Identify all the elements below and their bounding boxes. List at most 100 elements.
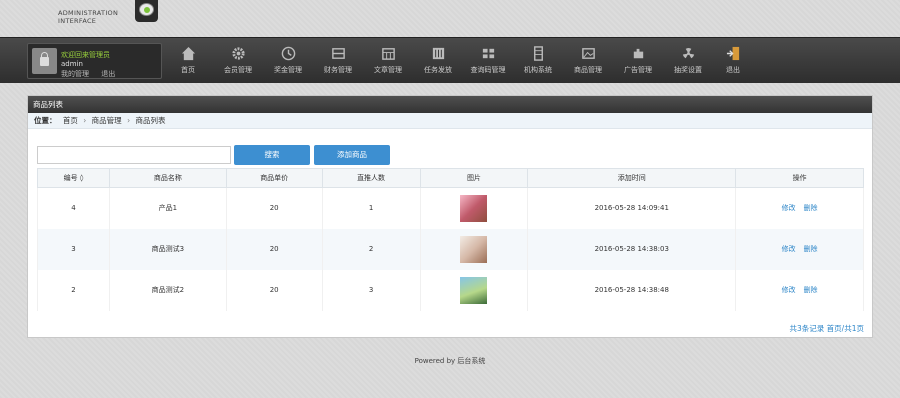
cell-referrals: 1 [321,187,421,229]
breadcrumb-separator: › [83,116,87,125]
edit-link[interactable]: 修改 [782,204,796,212]
search-input[interactable] [37,146,231,164]
column-header-name: 商品名称 [108,168,227,188]
nav-label: 广告管理 [624,66,652,74]
cell-time: 2016-05-28 14:38:48 [527,269,737,311]
nav-item-ads[interactable]: 广告管理 [613,46,663,75]
cell-id: 2 [37,269,110,311]
nav-label: 机构系统 [524,66,552,74]
breadcrumb-home[interactable]: 首页 [63,116,78,125]
server-icon [533,46,543,61]
search-button[interactable]: 搜索 [234,145,310,165]
cell-id: 4 [37,187,110,229]
logout-link[interactable]: 退出 [101,70,115,78]
radiation-icon [682,48,694,59]
column-header-image: 图片 [419,168,529,188]
product-thumbnail [460,235,488,263]
panel-title: 商品列表 [28,96,872,113]
cell-id: 3 [37,228,110,270]
user-panel: 欢迎回来管理员 admin 我的管理 退出 [27,43,162,79]
nav-item-members[interactable]: 会员管理 [213,46,263,75]
nav-label: 退出 [726,66,740,74]
nav-label: 文章管理 [374,66,402,74]
calendar-icon [381,48,395,60]
cell-name: 产品1 [108,187,227,229]
eye-logo-icon [135,0,158,22]
sliders-icon [432,47,444,60]
delete-link[interactable]: 删除 [804,286,818,294]
nav-label: 首页 [181,66,195,74]
table-row: 3 商品测试3 20 2 2016-05-28 14:38:03 修改 删除 [37,228,864,270]
breadcrumb: 位置： 首页 › 商品管理 › 商品列表 [28,113,872,129]
add-product-button[interactable]: 添加商品 [314,145,390,165]
top-navbar: 欢迎回来管理员 admin 我的管理 退出 首页 会员管理 奖金管理 财务管理 … [0,37,900,83]
nav-item-org-system[interactable]: 机构系统 [513,46,563,75]
cell-actions: 修改 删除 [735,228,864,270]
table-row: 4 产品1 20 1 2016-05-28 14:09:41 修改 删除 [37,187,864,229]
cell-image [419,228,529,270]
nav-label: 抽奖设置 [674,66,702,74]
cell-referrals: 3 [321,269,421,311]
product-table: 编号 ◊ 商品名称 商品单价 直推人数 图片 添加时间 操作 4 产品1 20 … [37,168,864,311]
nav-item-exit[interactable]: 退出 [708,46,758,75]
cell-price: 20 [225,187,323,229]
exit-icon [726,46,739,61]
table-header-row: 编号 ◊ 商品名称 商品单价 直推人数 图片 添加时间 操作 [37,168,864,188]
delete-link[interactable]: 删除 [804,204,818,212]
column-header-id[interactable]: 编号 ◊ [37,168,110,188]
product-thumbnail [460,194,488,222]
column-header-time: 添加时间 [527,168,737,188]
cell-time: 2016-05-28 14:09:41 [527,187,737,229]
nav-item-query-codes[interactable]: 查询码管理 [463,46,513,75]
cell-name: 商品测试3 [108,228,227,270]
home-icon [181,46,195,61]
edit-link[interactable]: 修改 [782,286,796,294]
product-thumbnail [460,276,488,304]
nav-item-tasks[interactable]: 任务发放 [413,46,463,75]
breadcrumb-products[interactable]: 商品管理 [92,116,122,125]
cell-image [419,187,529,229]
cell-actions: 修改 删除 [735,187,864,229]
cell-name: 商品测试2 [108,269,227,311]
clock-icon [281,46,295,61]
nav-label: 奖金管理 [274,66,302,74]
lock-avatar-icon [32,48,57,74]
pagination[interactable]: 共3条记录 首页/共1页 [790,323,864,334]
breadcrumb-prefix: 位置： [34,116,57,125]
edit-link[interactable]: 修改 [782,245,796,253]
nav-item-lottery[interactable]: 抽奖设置 [663,46,713,75]
nav-label: 任务发放 [424,66,452,74]
breadcrumb-product-list: 商品列表 [135,116,166,125]
box-icon [331,48,345,59]
nav-item-finance[interactable]: 财务管理 [313,46,363,75]
column-header-referrals: 直推人数 [321,168,421,188]
nav-item-home[interactable]: 首页 [163,46,213,75]
column-header-price: 商品单价 [225,168,323,188]
user-name: admin [61,60,83,68]
grid-icon [482,48,494,59]
nav-label: 商品管理 [574,66,602,74]
image-icon [581,48,595,59]
nav-item-articles[interactable]: 文章管理 [363,46,413,75]
cell-time: 2016-05-28 14:38:03 [527,228,737,270]
puzzle-icon [633,48,643,59]
delete-link[interactable]: 删除 [804,245,818,253]
user-welcome: 欢迎回来管理员 [61,51,110,59]
column-header-actions: 操作 [735,168,864,188]
nav-label: 会员管理 [224,66,252,74]
nav-item-bonus[interactable]: 奖金管理 [263,46,313,75]
breadcrumb-separator: › [127,116,131,125]
gear-icon [231,47,245,60]
nav-label: 财务管理 [324,66,352,74]
footer-powered-by: Powered by 后台系统 [414,357,486,365]
my-admin-link[interactable]: 我的管理 [61,70,89,78]
nav-label: 查询码管理 [470,66,506,74]
cell-price: 20 [225,228,323,270]
cell-referrals: 2 [321,228,421,270]
cell-actions: 修改 删除 [735,269,864,311]
cell-price: 20 [225,269,323,311]
cell-image [419,269,529,311]
nav-item-products[interactable]: 商品管理 [563,46,613,75]
user-links: 我的管理 退出 [61,69,125,79]
table-row: 2 商品测试2 20 3 2016-05-28 14:38:48 修改 删除 [37,269,864,311]
